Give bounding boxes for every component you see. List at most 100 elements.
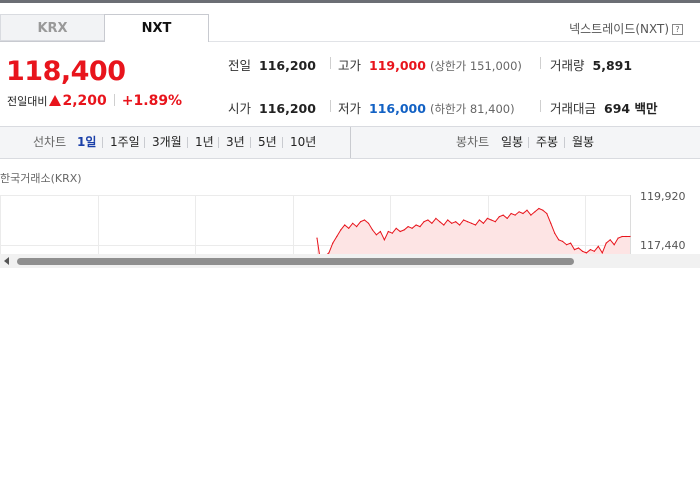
chart-point (613, 244, 615, 246)
y-tick-label: 119,920 (640, 190, 686, 203)
chart-point (340, 229, 342, 231)
chart-point (474, 224, 477, 226)
chart-point (593, 250, 595, 252)
prev-close-value: 116,200 (259, 58, 316, 73)
trade-amount-value: 694 백만 (604, 101, 658, 116)
chart-point (510, 212, 512, 215)
divider (144, 137, 145, 148)
low-price: 저가 116,000 (하한가 81,400) (338, 98, 515, 117)
divider (330, 100, 331, 112)
chart-point (348, 227, 350, 229)
chart-point (558, 239, 560, 241)
period-5y[interactable]: 5년 (258, 127, 277, 158)
chart-point (387, 230, 389, 233)
chart-point (352, 222, 354, 224)
chart-point (609, 239, 611, 241)
y-tick-label: 117,440 (640, 239, 686, 252)
period-10y[interactable]: 10년 (290, 127, 316, 158)
chart-point (379, 230, 381, 233)
lower-limit: (하한가 81,400) (429, 102, 515, 116)
chart-point (391, 232, 393, 234)
scrollbar-thumb[interactable] (17, 258, 574, 265)
change-amount: 2,200 (62, 93, 107, 109)
line-chart-label: 선차트 (33, 135, 67, 149)
chart-point (419, 226, 421, 228)
nxt-info-link[interactable]: 넥스트레이드(NXT)? (569, 20, 683, 37)
chart-point (490, 219, 492, 221)
divider (250, 137, 251, 148)
divider (528, 137, 529, 148)
candle-daily[interactable]: 일봉 (501, 127, 523, 158)
change-percent: +1.89% (121, 93, 183, 109)
tab-krx[interactable]: KRX (0, 14, 104, 41)
scroll-left-arrow-icon[interactable] (4, 257, 9, 265)
chart-point (526, 209, 528, 211)
divider (540, 57, 541, 69)
chart-period-bar: 선차트 1일 1주일 3개월 1년 3년 5년 10년 봉차트 일봉 주봉 월봉 (0, 127, 700, 159)
period-1w[interactable]: 1주일 (110, 127, 140, 158)
chart-point (403, 229, 405, 231)
nxt-link-label: 넥스트레이드(NXT) (569, 22, 669, 36)
high-value: 119,000 (369, 58, 426, 73)
volume-label: 거래량 (550, 58, 585, 73)
help-icon[interactable]: ? (672, 24, 683, 35)
current-price: 118,400 (6, 56, 126, 87)
chart-point (562, 240, 564, 242)
divider (350, 127, 351, 158)
chart-point (383, 239, 385, 241)
chart-point (494, 221, 496, 223)
chart-point (435, 217, 437, 219)
chart-point (356, 226, 358, 228)
prev-close: 전일 116,200 (228, 55, 316, 74)
chart-point (482, 222, 484, 224)
chart-point (597, 245, 599, 247)
tab-underline (0, 41, 104, 42)
market-label: 한국거래소(KRX) (0, 172, 82, 185)
candle-weekly[interactable]: 주봉 (536, 127, 558, 158)
chart-point (566, 244, 568, 246)
period-1y[interactable]: 1년 (195, 127, 214, 158)
chart-point (439, 221, 441, 223)
divider (113, 94, 115, 106)
divider (330, 57, 331, 69)
chart-point (554, 232, 556, 234)
chart-point (522, 212, 524, 215)
tab-nxt[interactable]: NXT (104, 14, 209, 42)
open-value: 116,200 (259, 101, 316, 116)
divider (102, 137, 103, 148)
chart-point (577, 247, 580, 249)
open-price: 시가 116,200 (228, 98, 316, 117)
chart-point (371, 229, 374, 231)
chart-point (478, 219, 480, 221)
chart-point (411, 227, 413, 229)
chart-point (502, 214, 504, 216)
chart-point (451, 222, 453, 224)
top-border (0, 0, 700, 3)
chart-point (407, 226, 409, 228)
period-1d[interactable]: 1일 (77, 127, 96, 158)
trade-amount: 거래대금 694 백만 (550, 98, 657, 117)
high-price: 고가 119,000 (상한가 151,000) (338, 55, 522, 74)
chart-point (316, 237, 318, 239)
chart-point (399, 230, 401, 233)
chart-point (395, 227, 397, 229)
chart-point (463, 219, 465, 221)
period-3m[interactable]: 3개월 (152, 127, 182, 158)
period-3y[interactable]: 3년 (226, 127, 245, 158)
price-change: 전일대비 2,200 +1.89% (7, 93, 182, 109)
chart-point (336, 235, 338, 238)
chart-scrollbar[interactable] (0, 254, 700, 268)
chart-point (534, 211, 536, 213)
chart-point (506, 217, 508, 219)
trade-amount-label: 거래대금 (550, 101, 597, 116)
candle-monthly[interactable]: 월봉 (572, 127, 594, 158)
chart-point (375, 234, 377, 236)
chart-point (589, 249, 592, 251)
divider (218, 137, 219, 148)
chart-point (427, 219, 429, 221)
chart-point (431, 222, 433, 224)
chart-point (570, 242, 572, 244)
divider (564, 137, 565, 148)
chart-point (367, 222, 370, 224)
chart-point (470, 222, 473, 224)
